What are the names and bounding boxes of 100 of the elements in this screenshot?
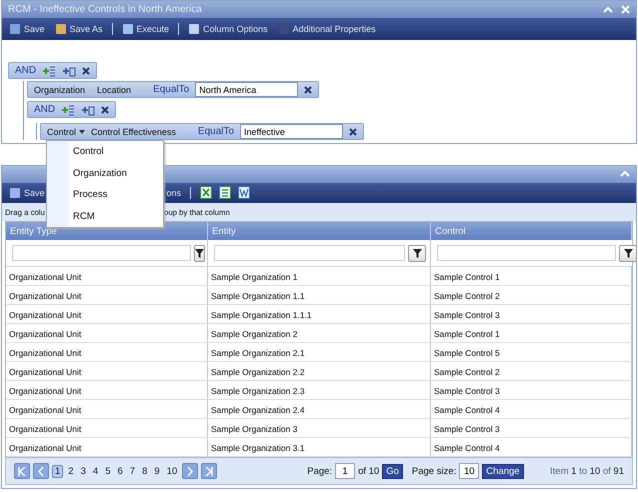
table-cell: Organizational Unit — [9, 424, 82, 434]
menu-item[interactable]: Process — [47, 189, 163, 200]
table-cell: Sample Control 2 — [434, 367, 500, 378]
toolbar-button[interactable]: Save — [6, 23, 48, 35]
table-cell: Sample Control 2 — [434, 291, 500, 302]
table-cell: Organizational Unit — [9, 386, 82, 396]
operator-selector[interactable]: EqualTo — [153, 84, 190, 95]
table-cell: Sample Organization 2.2 — [211, 367, 305, 378]
page-number-button[interactable]: 9 — [152, 466, 162, 477]
table-cell: Sample Organization 2 — [211, 329, 298, 340]
add-group-icon[interactable] — [62, 64, 76, 76]
table-cell: Sample Control 4 — [434, 443, 500, 454]
item-count-text: Item 1 to 10 of 91 — [550, 466, 624, 477]
filter-field[interactable] — [214, 245, 405, 262]
table-cell: Sample Control 1 — [434, 329, 500, 340]
table-cell: Sample Control 5 — [434, 348, 500, 358]
toolbar-button[interactable]: Column Options — [185, 23, 271, 35]
page-number-button[interactable]: 1 — [52, 464, 64, 478]
page-size-field[interactable]: 10 — [459, 463, 480, 480]
page-number-button[interactable]: 8 — [140, 466, 150, 477]
page-number-button[interactable]: 4 — [90, 466, 100, 477]
entity-selector[interactable]: Control — [47, 126, 76, 136]
operator-selector[interactable]: EqualTo — [198, 126, 234, 137]
page-number-button[interactable]: 3 — [78, 466, 88, 477]
entity-selector[interactable]: Organization — [34, 84, 86, 94]
previous-icon — [38, 466, 44, 476]
change-button[interactable]: Change — [482, 464, 524, 479]
collapse-icon[interactable] — [603, 6, 613, 14]
filter-field[interactable] — [437, 245, 616, 262]
add-group-icon[interactable] — [81, 104, 96, 116]
value-field[interactable]: North America — [195, 82, 298, 97]
toolbar-icon — [122, 23, 134, 35]
table-cell: Organizational Unit — [9, 367, 82, 378]
page-count: of 10 — [358, 466, 380, 477]
filter-button[interactable] — [619, 244, 637, 262]
table-cell: Sample Control 3 — [434, 310, 500, 320]
add-condition-icon[interactable] — [61, 104, 76, 116]
field-selector[interactable]: Control Effectiveness — [91, 126, 176, 136]
page-number-button[interactable]: 2 — [66, 466, 76, 477]
collapse-icon[interactable] — [620, 170, 630, 178]
export-excel-icon[interactable] — [200, 186, 212, 200]
remove-icon[interactable] — [82, 66, 90, 74]
filter-icon — [412, 248, 422, 258]
close-icon[interactable] — [621, 5, 630, 14]
add-condition-icon[interactable] — [42, 64, 56, 76]
previous-page-button[interactable] — [33, 463, 49, 480]
filter-button[interactable] — [408, 244, 426, 262]
page-number-button[interactable]: 6 — [115, 466, 125, 477]
toolbar-icon — [278, 23, 290, 35]
menu-item[interactable]: Control — [47, 146, 163, 158]
save-icon — [9, 186, 21, 199]
table-cell: Organizational Unit — [9, 310, 82, 320]
menu-item[interactable]: Organization — [47, 168, 163, 179]
filter-icon — [624, 248, 632, 258]
operator-label[interactable]: AND — [15, 65, 36, 76]
toolbar-button[interactable]: ons — [164, 188, 184, 198]
next-page-button[interactable] — [182, 463, 198, 480]
page-size-label: Page size: — [412, 466, 456, 477]
first-page-button[interactable] — [14, 463, 30, 480]
go-button[interactable]: Go — [382, 464, 403, 479]
page-number-button[interactable]: 7 — [128, 466, 138, 477]
table-cell: Sample Organization 2.1 — [211, 348, 305, 358]
page-number-button[interactable]: 10 — [164, 466, 180, 477]
toolbar-button[interactable]: Additional Properties — [274, 23, 379, 35]
table-cell: Sample Control 3 — [434, 424, 500, 434]
save-button[interactable]: Save — [6, 186, 48, 199]
toolbar-icon — [188, 23, 200, 35]
export-word-icon[interactable] — [238, 186, 250, 200]
first-page-icon — [18, 466, 26, 476]
table-cell: Sample Organization 1.1.1 — [211, 310, 312, 320]
filter-button[interactable] — [194, 244, 205, 262]
next-icon — [187, 466, 194, 476]
value-field[interactable]: Ineffective — [240, 124, 344, 139]
table-cell: Organizational Unit — [9, 329, 82, 340]
table-cell: Sample Control 3 — [434, 386, 500, 396]
table-cell: Sample Organization 3.1 — [211, 443, 305, 454]
table-cell: Sample Organization 3 — [211, 424, 298, 434]
operator-label[interactable]: AND — [34, 104, 56, 115]
table-cell: Sample Organization 2.3 — [211, 386, 305, 396]
remove-icon[interactable] — [349, 128, 358, 136]
remove-icon[interactable] — [304, 86, 312, 94]
toolbar-button[interactable]: Save As — [52, 23, 106, 35]
last-page-icon — [205, 466, 214, 476]
toolbar-icon — [54, 23, 67, 35]
table-cell: Organizational Unit — [9, 291, 82, 302]
page-field[interactable]: 1 — [335, 463, 356, 480]
toolbar-icon — [9, 23, 21, 35]
field-selector[interactable]: Location — [97, 84, 132, 94]
toolbar-button[interactable]: Execute — [118, 23, 172, 35]
table-cell: Organizational Unit — [9, 348, 82, 358]
table-cell: Sample Organization 1 — [211, 272, 298, 282]
window-title: RCM - Ineffective Controls in North America — [8, 4, 203, 15]
last-page-button[interactable] — [201, 463, 218, 480]
remove-icon[interactable] — [101, 106, 110, 114]
table-cell: Sample Organization 1.1 — [211, 291, 305, 302]
filter-field[interactable] — [12, 245, 191, 262]
export-csv-icon[interactable] — [219, 186, 232, 200]
table-cell: Sample Organization 2.4 — [211, 405, 305, 416]
menu-item[interactable]: RCM — [47, 210, 163, 222]
page-number-button[interactable]: 5 — [103, 466, 112, 477]
